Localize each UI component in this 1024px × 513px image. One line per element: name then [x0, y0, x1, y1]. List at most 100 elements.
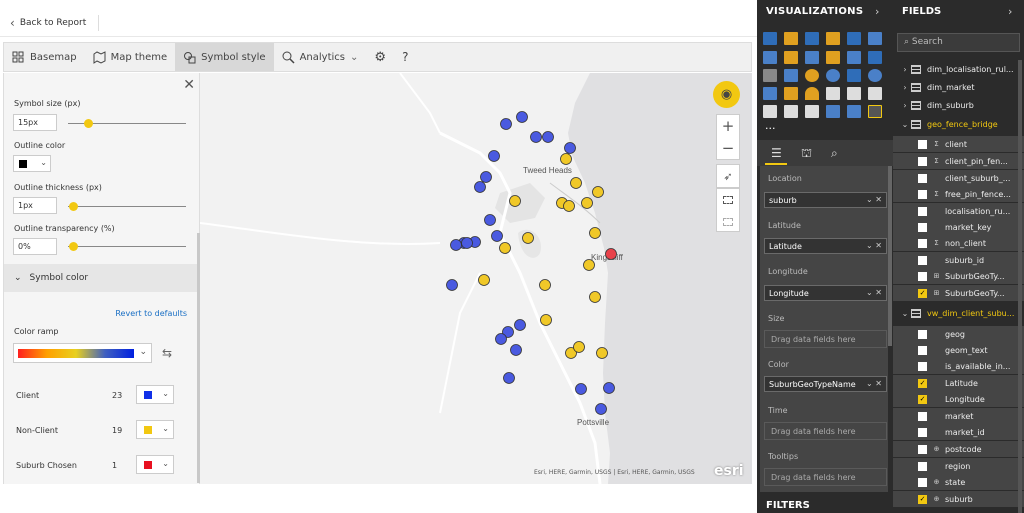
waterfall-icon[interactable]	[868, 51, 882, 64]
select-tool-button[interactable]: ➶	[716, 164, 740, 188]
swap-icon[interactable]: ⇆	[162, 346, 172, 360]
table-row[interactable]: › dim_market	[893, 79, 1024, 95]
chevron-right-icon[interactable]: ›	[875, 5, 879, 18]
field-row[interactable]: suburb_id	[893, 252, 1024, 268]
color-field[interactable]: SuburbGeoTypeName ⌄ ✕	[764, 376, 887, 392]
treemap-icon[interactable]	[847, 69, 861, 82]
tab-analytics[interactable]: Analytics ⌄	[274, 43, 367, 71]
field-row[interactable]: ✓ ⊞ SuburbGeoTy...	[893, 285, 1024, 301]
field-row[interactable]: ⊕ state	[893, 474, 1024, 490]
field-row[interactable]: localisation_ru...	[893, 203, 1024, 219]
table-row[interactable]: › dim_suburb	[893, 97, 1024, 113]
field-row[interactable]: market_key	[893, 219, 1024, 235]
gauge-icon[interactable]	[805, 87, 819, 100]
zoom-in-button[interactable]: +	[717, 115, 739, 137]
field-row[interactable]: ⊞ SuburbGeoTy...	[893, 268, 1024, 284]
outline-thickness-slider[interactable]	[68, 202, 186, 211]
donut-icon[interactable]	[826, 69, 840, 82]
field-checkbox-checked[interactable]: ✓	[918, 494, 927, 504]
symbol-size-input[interactable]: 15px	[13, 114, 57, 131]
zoom-out-button[interactable]: −	[717, 137, 739, 159]
pie-icon[interactable]	[805, 69, 819, 82]
latitude-field[interactable]: Latitude ⌄ ✕	[764, 238, 887, 254]
field-checkbox-checked[interactable]: ✓	[918, 394, 927, 404]
stacked-bar-icon[interactable]	[763, 32, 777, 45]
arcgis-map-icon[interactable]	[868, 105, 882, 118]
field-checkbox[interactable]	[918, 361, 927, 371]
field-checkbox[interactable]	[918, 238, 927, 248]
field-checkbox-checked[interactable]: ✓	[918, 378, 927, 388]
rect-select-button[interactable]	[717, 189, 739, 211]
field-checkbox[interactable]	[918, 271, 927, 281]
field-row[interactable]: ✓ ⊕ suburb	[893, 491, 1024, 507]
color-ramp-select[interactable]: ⌄	[13, 343, 152, 363]
field-row[interactable]: market_id	[893, 424, 1024, 440]
fields-scrollbar[interactable]	[1018, 60, 1022, 513]
field-row[interactable]: market	[893, 408, 1024, 424]
field-checkbox[interactable]	[918, 411, 927, 421]
r-visual-icon[interactable]	[826, 105, 840, 118]
field-row[interactable]: ✓ Latitude	[893, 375, 1024, 391]
legend-color-picker[interactable]: ⌄	[136, 385, 174, 404]
field-row[interactable]: region	[893, 458, 1024, 474]
remove-field-icon[interactable]: ⌄ ✕	[866, 379, 882, 388]
ribbon-icon[interactable]	[847, 51, 861, 64]
field-row[interactable]: ✓ Longitude	[893, 391, 1024, 407]
stacked-column-icon[interactable]	[784, 32, 798, 45]
field-checkbox[interactable]	[918, 477, 927, 487]
line-column-icon[interactable]	[826, 51, 840, 64]
symbol-color-section[interactable]: ⌄ Symbol color	[4, 264, 197, 292]
wells-scrollbar[interactable]	[888, 166, 892, 346]
size-drop-zone[interactable]: Drag data fields here	[764, 330, 887, 348]
filled-map-icon[interactable]	[763, 87, 777, 100]
field-checkbox[interactable]	[918, 427, 927, 437]
scatter-chart-icon[interactable]	[784, 69, 798, 82]
settings-button[interactable]: ⚙	[366, 43, 394, 71]
field-row[interactable]: is_available_in...	[893, 358, 1024, 374]
back-to-report-button[interactable]: ‹ Back to Report	[10, 15, 100, 31]
field-row[interactable]: client_suburb_...	[893, 170, 1024, 186]
legend-color-picker[interactable]: ⌄	[136, 455, 174, 474]
field-checkbox[interactable]	[918, 255, 927, 265]
field-row[interactable]: geom_text	[893, 342, 1024, 358]
table-row-expanded[interactable]: ⌄ geo_fence_bridge	[893, 116, 1024, 132]
analytics-tab-icon[interactable]: ⌕	[831, 146, 838, 161]
table-row-expanded[interactable]: ⌄ vw_dim_client_subu...	[893, 305, 1024, 321]
slider-knob[interactable]	[69, 242, 78, 251]
field-checkbox[interactable]	[918, 156, 927, 166]
matrix-icon[interactable]	[805, 105, 819, 118]
field-checkbox[interactable]	[918, 189, 927, 199]
fields-tab-icon[interactable]: ☰	[771, 146, 782, 160]
slider-knob[interactable]	[84, 119, 93, 128]
tab-map-theme[interactable]: Map theme	[85, 43, 176, 71]
bar-100-icon[interactable]	[847, 32, 861, 45]
card-icon[interactable]	[826, 87, 840, 100]
legend-color-picker[interactable]: ⌄	[136, 420, 174, 439]
table-icon[interactable]	[784, 105, 798, 118]
field-checkbox[interactable]	[918, 345, 927, 355]
field-row[interactable]: Σclient	[893, 136, 1024, 152]
field-row[interactable]: Σfree_pin_fence...	[893, 186, 1024, 202]
longitude-field[interactable]: Longitude ⌄ ✕	[764, 285, 887, 301]
field-row[interactable]: ⊕ postcode	[893, 441, 1024, 457]
field-row[interactable]: Σnon_client	[893, 235, 1024, 251]
tab-symbol-style[interactable]: Symbol style	[175, 43, 274, 71]
stacked-area-icon[interactable]	[805, 51, 819, 64]
format-paint-icon[interactable]: ⛫	[801, 146, 812, 162]
field-checkbox[interactable]	[918, 139, 927, 149]
slider-knob[interactable]	[69, 202, 78, 211]
multirow-card-icon[interactable]	[847, 87, 861, 100]
map-canvas[interactable]: Tweed Heads Kingscliff Pottsville	[200, 73, 752, 484]
lasso-select-button[interactable]	[717, 211, 739, 233]
remove-field-icon[interactable]: ⌄ ✕	[866, 195, 882, 204]
map-icon[interactable]	[868, 69, 882, 82]
funnel-icon[interactable]	[784, 87, 798, 100]
outline-thickness-input[interactable]: 1px	[13, 197, 57, 214]
python-visual-icon[interactable]	[847, 105, 861, 118]
kpi-icon[interactable]	[868, 87, 882, 100]
time-drop-zone[interactable]: Drag data fields here	[764, 422, 887, 440]
field-checkbox[interactable]	[918, 222, 927, 232]
symbol-size-slider[interactable]	[68, 119, 186, 128]
field-checkbox[interactable]	[918, 206, 927, 216]
field-checkbox-checked[interactable]: ✓	[918, 288, 927, 298]
